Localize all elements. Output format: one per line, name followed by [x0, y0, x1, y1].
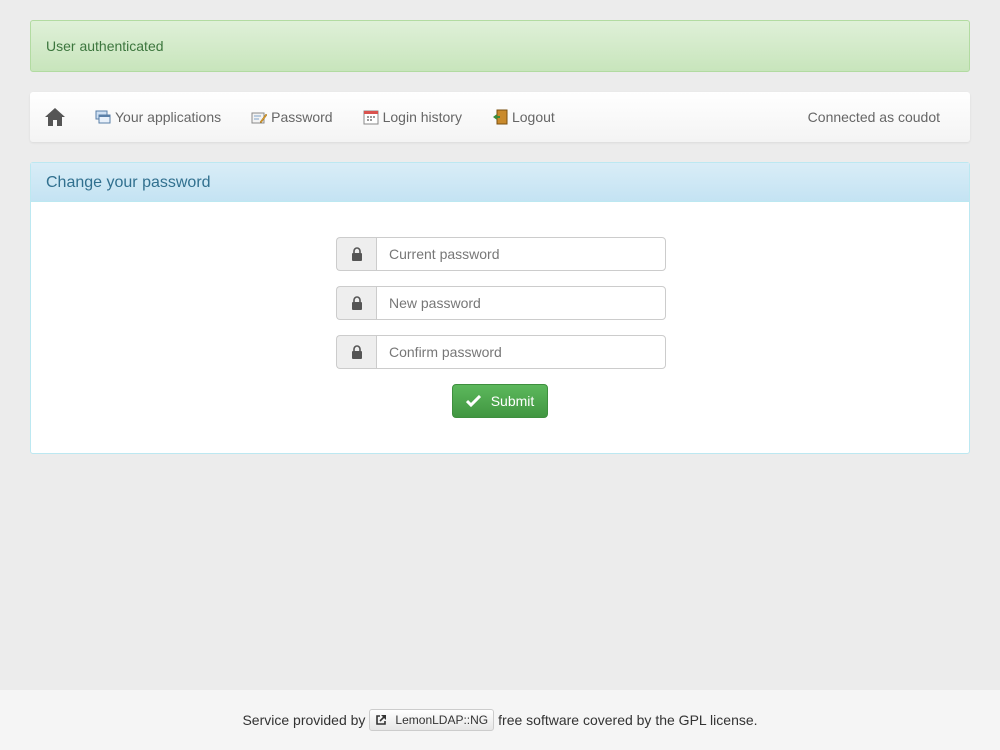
- external-link-icon: [375, 714, 387, 726]
- nav-label-applications: Your applications: [115, 109, 222, 125]
- nav-your-applications[interactable]: Your applications: [80, 92, 236, 142]
- current-password-group: [336, 237, 666, 271]
- calendar-icon: [363, 109, 379, 125]
- current-password-input[interactable]: [376, 237, 666, 271]
- confirm-password-input[interactable]: [376, 335, 666, 369]
- logout-icon: [492, 109, 508, 125]
- nav-label-logout: Logout: [511, 109, 555, 125]
- page: User authenticated Your applications Pas…: [0, 0, 1000, 750]
- footer-prefix: Service provided by: [242, 712, 366, 728]
- footer-suffix: free software covered by the GPL license…: [498, 712, 758, 728]
- connected-user: Connected as coudot: [807, 109, 940, 125]
- confirm-password-group: [336, 335, 666, 369]
- navbar: Your applications Password Login history…: [30, 92, 970, 142]
- home-icon: [45, 108, 65, 126]
- lock-icon: [336, 237, 376, 271]
- submit-button[interactable]: Submit: [452, 384, 548, 418]
- lemonldap-link[interactable]: LemonLDAP::NG: [369, 709, 495, 731]
- home-button[interactable]: [30, 92, 80, 142]
- nav-label-login-history: Login history: [382, 109, 462, 125]
- password-icon: [251, 109, 268, 125]
- new-password-group: [336, 286, 666, 320]
- lemonldap-link-label: LemonLDAP::NG: [395, 713, 489, 727]
- lock-icon: [336, 335, 376, 369]
- panel-title: Change your password: [31, 163, 969, 202]
- lock-icon: [336, 286, 376, 320]
- applications-icon: [95, 109, 111, 125]
- submit-label: Submit: [490, 393, 535, 409]
- nav-label-password: Password: [271, 109, 333, 125]
- auth-alert: User authenticated: [30, 20, 970, 72]
- nav-password[interactable]: Password: [236, 92, 347, 142]
- nav-logout[interactable]: Logout: [477, 92, 570, 142]
- new-password-input[interactable]: [376, 286, 666, 320]
- checkmark-icon: [465, 395, 481, 407]
- footer: Service provided by LemonLDAP::NG free s…: [0, 690, 1000, 750]
- alert-message: User authenticated: [46, 38, 164, 54]
- nav-login-history[interactable]: Login history: [348, 92, 477, 142]
- change-password-panel: Change your password Submit: [30, 162, 970, 454]
